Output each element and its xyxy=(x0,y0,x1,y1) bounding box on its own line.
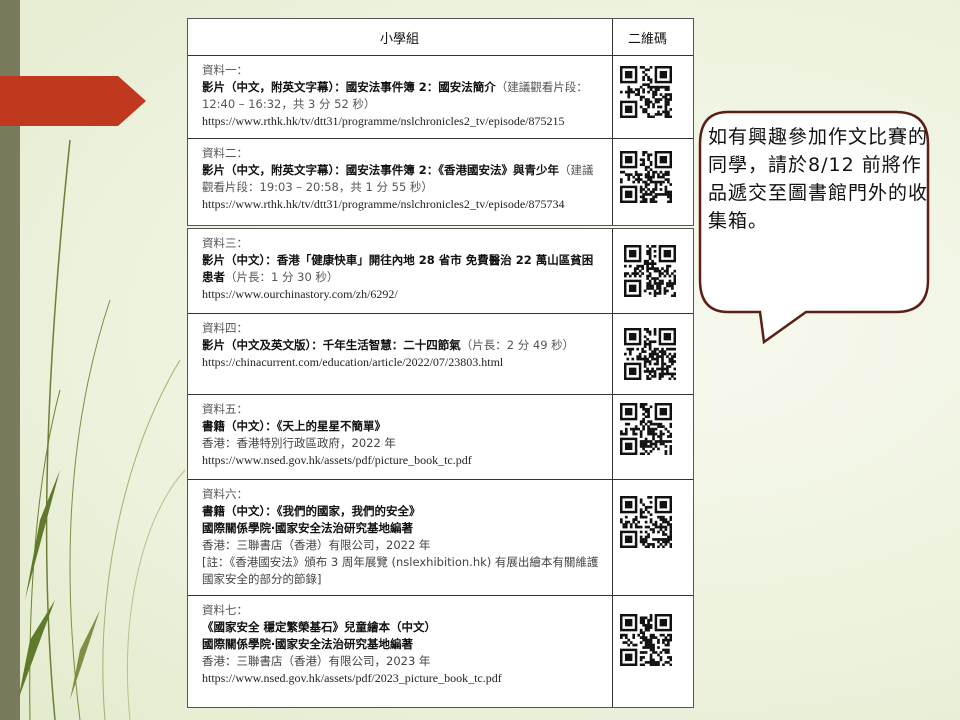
item-author: 國際關係學院‧國家安全法治研究基地編著 xyxy=(202,637,414,651)
item-url[interactable]: https://www.rthk.hk/tv/dtt31/programme/n… xyxy=(202,196,602,213)
item-label: 資料三： xyxy=(202,236,248,250)
table-row: 資料四： 影片（中文及英文版）：千年生活智慧：二十四節氣（片長：2 分 49 秒… xyxy=(188,314,693,395)
item-url[interactable]: https://www.nsed.gov.hk/assets/pdf/2023_… xyxy=(202,670,602,687)
item-url[interactable]: https://chinacurrent.com/education/artic… xyxy=(202,354,602,371)
item-note: （片長：2 分 49 秒） xyxy=(460,338,575,352)
qr-code-icon xyxy=(620,66,673,119)
item-remark: [註：《香港國安法》頒布 3 周年展覽 (nslexhibition.hk) 有… xyxy=(202,555,599,586)
item-label: 資料二： xyxy=(202,146,248,160)
qr-code-icon xyxy=(624,245,677,298)
item-author: 國際關係學院‧國家安全法治研究基地編著 xyxy=(202,521,414,535)
table-panel-top: 小學組 二維碼 資料一： 影片（中文，附英文字幕）：國安法事件簿 2：國安法簡介… xyxy=(187,18,694,226)
table-row: 資料三： 影片（中文）：香港「健康快車」開往內地 28 省市 免費醫治 22 萬… xyxy=(188,229,693,314)
qr-code-icon xyxy=(620,496,673,549)
item-label: 資料四： xyxy=(202,321,248,335)
item-publisher: 香港：香港特別行政區政府，2022 年 xyxy=(202,436,396,450)
table-header: 小學組 二維碼 xyxy=(188,19,693,56)
table-row: 資料六： 書籍（中文）：《我們的國家，我們的安全》 國際關係學院‧國家安全法治研… xyxy=(188,480,693,596)
qr-header: 二維碼 xyxy=(628,32,668,47)
item-title: 影片（中文，附英文字幕）：國安法事件簿 2：《香港國安法》與青少年 xyxy=(202,163,560,177)
item-label: 資料五： xyxy=(202,402,248,416)
table-row: 資料二： 影片（中文，附英文字幕）：國安法事件簿 2：《香港國安法》與青少年（建… xyxy=(188,139,693,225)
table-row: 資料七： 《國家安全 穩定繁榮基石》兒童繪本（中文） 國際關係學院‧國家安全法治… xyxy=(188,596,693,707)
qr-code-icon xyxy=(620,151,673,204)
arrow-shape xyxy=(0,76,146,126)
qr-code-icon xyxy=(620,403,673,456)
item-title: 影片（中文及英文版）：千年生活智慧：二十四節氣 xyxy=(202,338,461,352)
item-publisher: 香港：三聯書店（香港）有限公司，2023 年 xyxy=(202,654,431,668)
item-title: 書籍（中文）：《我們的國家，我們的安全》 xyxy=(202,504,421,518)
item-label: 資料一： xyxy=(202,63,248,77)
item-url[interactable]: https://www.rthk.hk/tv/dtt31/programme/n… xyxy=(202,113,602,130)
item-title: 《國家安全 穩定繁榮基石》兒童繪本（中文） xyxy=(202,620,437,634)
qr-code-icon xyxy=(620,614,673,667)
item-label: 資料七： xyxy=(202,603,248,617)
item-url[interactable]: https://www.nsed.gov.hk/assets/pdf/pictu… xyxy=(202,452,602,469)
item-url[interactable]: https://www.ourchinastory.com/zh/6292/ xyxy=(202,286,602,303)
qr-code-icon xyxy=(624,328,677,381)
table-panel-bottom: 資料三： 影片（中文）：香港「健康快車」開往內地 28 省市 免費醫治 22 萬… xyxy=(187,228,694,708)
item-publisher: 香港：三聯書店（香港）有限公司，2022 年 xyxy=(202,538,431,552)
group-header: 小學組 xyxy=(380,32,420,47)
table-row: 資料一： 影片（中文，附英文字幕）：國安法事件簿 2：國安法簡介（建議觀看片段：… xyxy=(188,56,693,139)
item-title: 影片（中文，附英文字幕）：國安法事件簿 2：國安法簡介 xyxy=(202,80,496,94)
table-row: 資料五： 書籍（中文）：《天上的星星不簡單》 香港：香港特別行政區政府，2022… xyxy=(188,395,693,480)
callout-text: 如有興趣參加作文比賽的同學，請於8/12 前將作品遞交至圖書館門外的收集箱。 xyxy=(708,126,929,232)
item-note: （片長：1 分 30 秒） xyxy=(225,270,339,284)
item-title: 書籍（中文）：《天上的星星不簡單》 xyxy=(202,419,386,433)
item-label: 資料六： xyxy=(202,487,248,501)
